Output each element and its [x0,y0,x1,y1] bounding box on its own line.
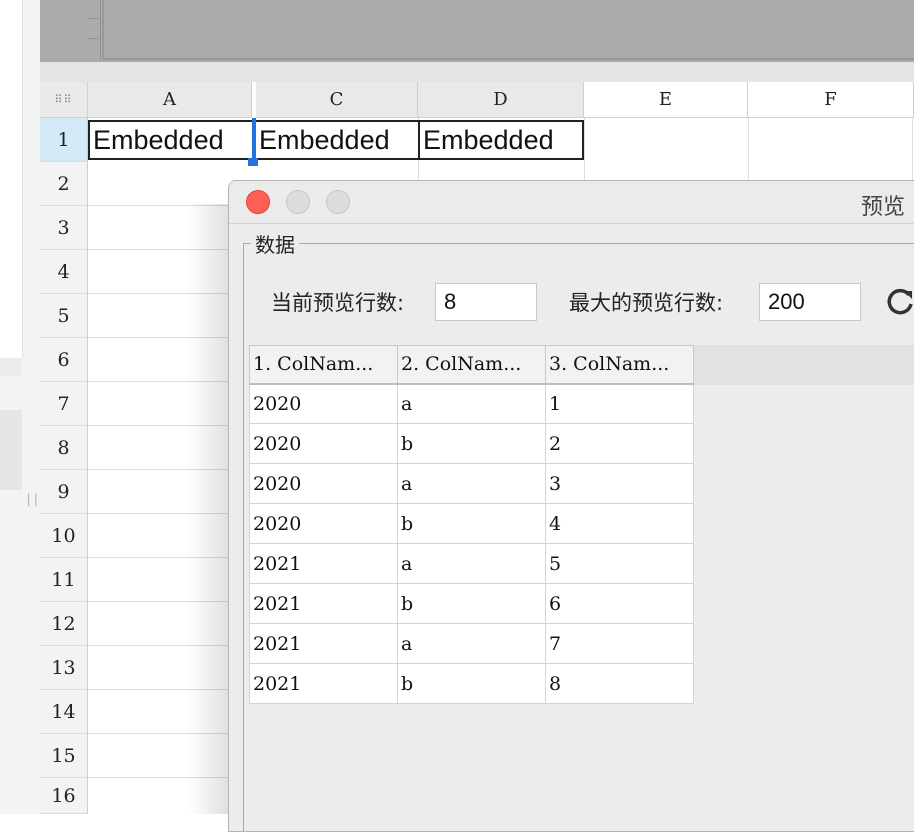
side-panel-strip [0,0,23,358]
column-header[interactable]: 1. ColNam... [249,345,398,385]
row-header-4[interactable]: 4 [40,250,88,294]
table-cell: a [397,543,546,584]
table-cell: 2020 [249,463,398,504]
row-header-8[interactable]: 8 [40,426,88,470]
left-gutter: || [0,0,40,814]
top-frame [102,0,914,60]
row-header-16[interactable]: 16 [40,778,88,814]
table-cell: 7 [545,623,694,664]
table-row[interactable]: 2020 b 4 [249,503,694,544]
minimize-icon[interactable] [286,190,310,214]
table-cell: 2021 [249,543,398,584]
max-rows-label: 最大的预览行数: [569,291,724,315]
table-cell: 2 [545,423,694,464]
column-header[interactable]: 2. ColNam... [397,345,546,385]
table-cell: 8 [545,663,694,704]
table-cell: 2021 [249,623,398,664]
resize-handle-icon[interactable]: || [25,492,39,506]
table-cell: 2020 [249,423,398,464]
max-rows-input[interactable] [759,283,861,321]
side-panel-tab[interactable] [0,410,22,490]
table-cell: a [397,463,546,504]
cell-d1[interactable]: Embedded [418,120,584,160]
row-header-14[interactable]: 14 [40,690,88,734]
row-header-6[interactable]: 6 [40,338,88,382]
table-cell: b [397,503,546,544]
table-cell: b [397,583,546,624]
bracket-marker [88,0,101,60]
table-row[interactable]: 2021 b 8 [249,663,694,704]
row-header-1[interactable]: 1 [40,118,88,162]
dialog-title: 预览 [861,195,906,220]
preview-table: 1. ColNam... 2. ColNam... 3. ColNam... 2… [249,345,694,704]
row-header-5[interactable]: 5 [40,294,88,338]
row-header-3[interactable]: 3 [40,206,88,250]
side-panel-divider [0,358,22,376]
row-header-15[interactable]: 15 [40,734,88,778]
dialog-shadow [188,204,228,814]
grid-dots-icon[interactable]: ⠿⠿ [40,82,88,118]
table-cell: 6 [545,583,694,624]
current-rows-label: 当前预览行数: [271,291,405,315]
row-header-7[interactable]: 7 [40,382,88,426]
table-cell: 4 [545,503,694,544]
table-row[interactable]: 2020 a 1 [249,383,694,424]
top-toolbar-area [40,0,914,62]
column-header-d[interactable]: D [418,82,584,118]
refresh-icon[interactable] [885,287,914,317]
row-header-13[interactable]: 13 [40,646,88,690]
table-row[interactable]: 2020 b 2 [249,423,694,464]
table-row[interactable]: 2020 a 3 [249,463,694,504]
maximize-icon[interactable] [326,190,350,214]
column-header[interactable]: 3. ColNam... [545,345,694,385]
row-header-12[interactable]: 12 [40,602,88,646]
table-cell: 1 [545,383,694,424]
table-cell: a [397,623,546,664]
table-cell: 2020 [249,503,398,544]
cell-a1[interactable]: Embedded [88,120,254,160]
row-header-9[interactable]: 9 [40,470,88,514]
table-cell: 2021 [249,583,398,624]
table-cell: 2021 [249,663,398,704]
table-cell: b [397,663,546,704]
column-header-c[interactable]: C [256,82,418,118]
table-row[interactable]: 2021 a 7 [249,623,694,664]
close-icon[interactable] [246,190,270,214]
group-label: 数据 [251,229,299,258]
table-row[interactable]: 2021 b 6 [249,583,694,624]
cell-c1[interactable]: Embedded [254,120,420,160]
table-cell: 5 [545,543,694,584]
selection-indicator[interactable] [252,118,256,162]
dialog-titlebar[interactable]: 预览 [229,181,914,224]
row-header-10[interactable]: 10 [40,514,88,558]
table-cell: b [397,423,546,464]
table-cell: 3 [545,463,694,504]
table-cell: 2020 [249,383,398,424]
column-header-f[interactable]: F [748,82,914,118]
table-row[interactable]: 2021 a 5 [249,543,694,584]
column-header-e[interactable]: E [584,82,748,118]
preview-dialog: 预览 数据 当前预览行数: 最大的预览行数: 1. ColNam... 2. C… [228,180,914,832]
current-rows-input[interactable] [435,283,537,321]
header-separator [40,62,914,82]
column-header-a[interactable]: A [88,82,252,118]
row-header-2[interactable]: 2 [40,162,88,206]
selection-fill-handle[interactable] [248,158,258,166]
table-cell: a [397,383,546,424]
row-header-11[interactable]: 11 [40,558,88,602]
